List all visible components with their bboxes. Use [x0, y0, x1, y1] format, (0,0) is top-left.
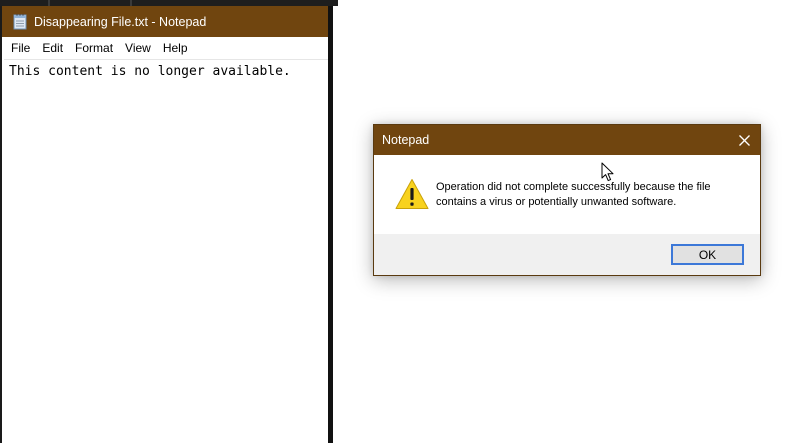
dialog-title: Notepad: [382, 133, 430, 147]
menu-edit[interactable]: Edit: [37, 37, 68, 59]
dialog-message: Operation did not complete successfully …: [436, 181, 711, 208]
notepad-icon: [13, 13, 27, 30]
dialog-body: Operation did not complete successfully …: [374, 155, 760, 234]
warning-icon: [395, 178, 429, 210]
editor-content: This content is no longer available.: [9, 64, 291, 79]
menu-view[interactable]: View: [120, 37, 156, 59]
text-editor[interactable]: This content is no longer available.: [4, 59, 328, 443]
dialog-titlebar[interactable]: Notepad: [374, 125, 760, 155]
menu-format[interactable]: Format: [70, 37, 118, 59]
mouse-cursor-icon: [601, 162, 615, 183]
error-dialog: Notepad Operation did not complete succe…: [373, 124, 761, 276]
ok-button[interactable]: OK: [671, 244, 744, 265]
desktop: Disappearing File.txt - Notepad File Edi…: [0, 0, 785, 443]
menu-help[interactable]: Help: [158, 37, 193, 59]
window-title: Disappearing File.txt - Notepad: [34, 14, 207, 29]
dialog-footer: OK: [374, 234, 760, 275]
notepad-titlebar[interactable]: Disappearing File.txt - Notepad: [2, 6, 328, 37]
ok-button-label: OK: [698, 247, 717, 262]
notepad-window: Disappearing File.txt - Notepad File Edi…: [0, 6, 333, 443]
close-icon[interactable]: [728, 125, 760, 155]
menu-bar: File Edit Format View Help: [2, 37, 328, 59]
menu-file[interactable]: File: [6, 37, 35, 59]
